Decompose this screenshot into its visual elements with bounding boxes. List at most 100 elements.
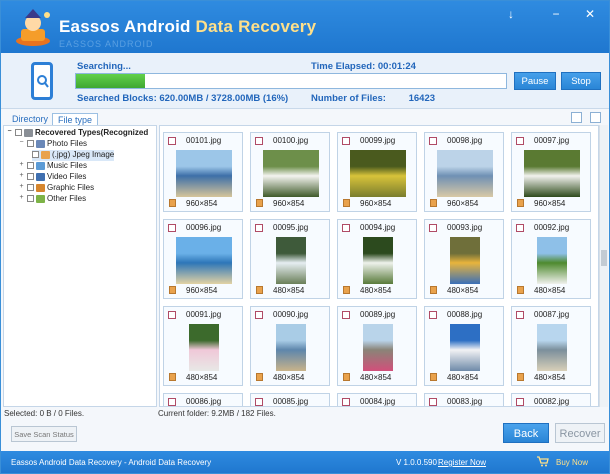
collapse-icon[interactable]: − (18, 139, 25, 147)
file-checkbox[interactable] (429, 224, 437, 232)
app-title-accent: Data Recovery (195, 17, 317, 36)
file-tile[interactable]: 00083.jpg (424, 393, 504, 406)
close-icon[interactable]: ✕ (581, 7, 599, 23)
file-thumbnail (176, 150, 232, 197)
file-tile[interactable]: 00087.jpg 480×854 (511, 306, 591, 386)
tree-item-recovered-types[interactable]: − Recovered Types(Recognized (6, 128, 148, 139)
checkbox[interactable] (27, 140, 34, 148)
tree-item-label: Music Files (47, 161, 88, 170)
file-checkbox[interactable] (342, 224, 350, 232)
file-tile[interactable]: 00093.jpg 480×854 (424, 219, 504, 299)
file-name: 00096.jpg (186, 223, 222, 232)
file-checkbox[interactable] (168, 137, 176, 145)
app-title-watermark: EASSOS ANDROID (59, 39, 154, 49)
selected-status: Selected: 0 B / 0 Files. (4, 409, 85, 418)
tree-item-other-files[interactable]: + Other Files (18, 194, 86, 205)
magnifier-icon (37, 75, 49, 88)
save-scan-status-button[interactable]: Save Scan Status (11, 426, 77, 442)
file-tile[interactable]: 00100.jpg 960×854 (250, 132, 330, 212)
register-now-link[interactable]: Register Now (438, 458, 486, 467)
file-checkbox[interactable] (168, 398, 176, 406)
expand-icon[interactable]: + (18, 194, 25, 202)
file-checkbox[interactable] (255, 137, 263, 145)
file-checkbox[interactable] (342, 137, 350, 145)
file-name: 00089.jpg (360, 310, 396, 319)
file-tile[interactable]: 00085.jpg (250, 393, 330, 406)
checkbox[interactable] (27, 195, 34, 203)
pause-button[interactable]: Pause (514, 72, 556, 90)
file-thumbnail (276, 324, 306, 371)
file-checkbox[interactable] (429, 398, 437, 406)
checkbox[interactable] (27, 184, 34, 192)
stop-button[interactable]: Stop (561, 72, 601, 90)
image-dimensions: 960×854 (360, 199, 392, 208)
cart-icon[interactable] (537, 456, 549, 467)
file-tile[interactable]: 00094.jpg 480×854 (337, 219, 417, 299)
file-checkbox[interactable] (342, 311, 350, 319)
file-name: 00095.jpg (273, 223, 309, 232)
back-button[interactable]: Back (503, 423, 549, 443)
file-checkbox[interactable] (429, 137, 437, 145)
file-tile[interactable]: 00097.jpg 960×854 (511, 132, 591, 212)
checkbox[interactable] (15, 129, 22, 137)
file-checkbox[interactable] (255, 311, 263, 319)
jpeg-file-icon (343, 286, 350, 294)
file-checkbox[interactable] (516, 224, 524, 232)
recover-button[interactable]: Recover (555, 423, 605, 443)
scrollbar-thumb[interactable] (601, 250, 607, 266)
file-tile[interactable]: 00090.jpg 480×854 (250, 306, 330, 386)
file-thumbnail (276, 237, 306, 284)
file-checkbox[interactable] (342, 398, 350, 406)
file-checkbox[interactable] (255, 398, 263, 406)
file-checkbox[interactable] (516, 137, 524, 145)
other-folder-icon (36, 194, 45, 203)
file-tile[interactable]: 00098.jpg 960×854 (424, 132, 504, 212)
expand-icon[interactable]: + (18, 183, 25, 191)
file-checkbox[interactable] (255, 224, 263, 232)
image-dimensions: 480×854 (273, 286, 305, 295)
file-checkbox[interactable] (168, 224, 176, 232)
file-checkbox[interactable] (516, 311, 524, 319)
file-name: 00092.jpg (534, 223, 570, 232)
checkbox[interactable] (32, 151, 39, 159)
app-title: Eassos Android Data Recovery (59, 17, 316, 37)
buy-now-link[interactable]: Buy Now (556, 458, 588, 467)
file-tile[interactable]: 00091.jpg 480×854 (163, 306, 243, 386)
thumbnail-view-icon[interactable] (571, 112, 582, 123)
checkbox[interactable] (27, 162, 34, 170)
file-name: 00085.jpg (273, 397, 309, 406)
file-tile[interactable]: 00095.jpg 480×854 (250, 219, 330, 299)
tree-item-graphic-files[interactable]: + Graphic Files (18, 183, 94, 194)
download-icon[interactable]: ↓ (502, 7, 520, 23)
expand-icon[interactable]: + (18, 172, 25, 180)
tree-item-video-files[interactable]: + Video Files (18, 172, 86, 183)
file-tile[interactable]: 00086.jpg (163, 393, 243, 406)
video-folder-icon (36, 172, 45, 181)
file-tile[interactable]: 00092.jpg 480×854 (511, 219, 591, 299)
list-view-icon[interactable] (590, 112, 601, 123)
file-tile[interactable]: 00089.jpg 480×854 (337, 306, 417, 386)
grid-scrollbar[interactable] (599, 125, 608, 407)
file-tile[interactable]: 00096.jpg 960×854 (163, 219, 243, 299)
image-dimensions: 480×854 (447, 286, 479, 295)
searched-blocks: Searched Blocks: 620.00MB / 3728.00MB (1… (77, 93, 289, 104)
collapse-icon[interactable]: − (6, 128, 13, 136)
file-name: 00091.jpg (186, 310, 222, 319)
expand-icon[interactable]: + (18, 161, 25, 169)
file-checkbox[interactable] (168, 311, 176, 319)
jpeg-file-icon (169, 286, 176, 294)
file-tile[interactable]: 00084.jpg (337, 393, 417, 406)
file-checkbox[interactable] (429, 311, 437, 319)
file-tile[interactable]: 00088.jpg 480×854 (424, 306, 504, 386)
tree-item-photo-files[interactable]: − Photo Files (18, 139, 87, 150)
tree-item-label: Graphic Files (47, 183, 95, 192)
file-tile[interactable]: 00082.jpg (511, 393, 591, 406)
file-tile[interactable]: 00099.jpg 960×854 (337, 132, 417, 212)
jpeg-file-icon (517, 286, 524, 294)
minimize-icon[interactable]: − (547, 7, 565, 23)
file-tile[interactable]: 00101.jpg 960×854 (163, 132, 243, 212)
file-checkbox[interactable] (516, 398, 524, 406)
checkbox[interactable] (27, 173, 34, 181)
tree-item-music-files[interactable]: + Music Files (18, 161, 87, 172)
tree-item-jpeg-image[interactable]: (.jpg) Jpeg Image (32, 150, 115, 161)
